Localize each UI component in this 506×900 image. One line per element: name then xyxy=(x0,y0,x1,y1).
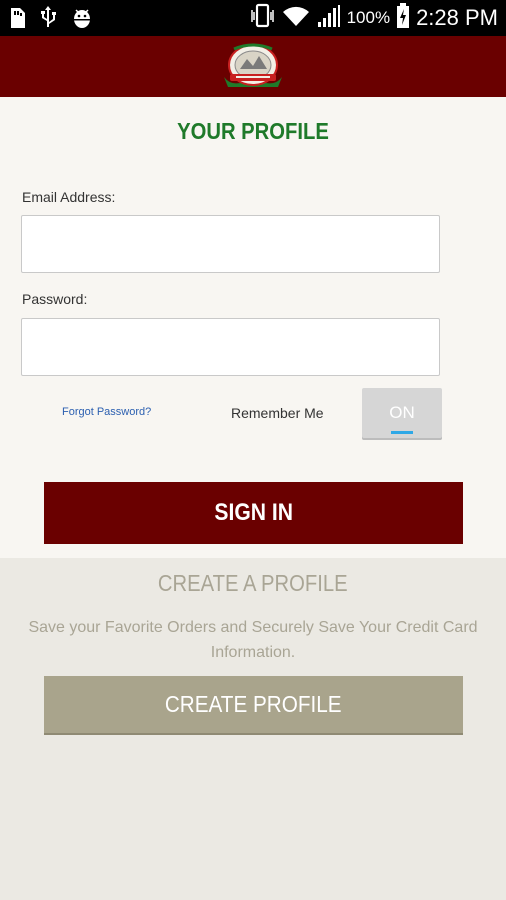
email-input[interactable] xyxy=(21,215,440,273)
status-bar: 100% 2:28 PM xyxy=(0,0,506,36)
email-label: Email Address: xyxy=(22,189,116,205)
app-header xyxy=(0,36,506,97)
remember-me-toggle[interactable]: ON xyxy=(362,388,442,440)
toggle-state-label: ON xyxy=(389,403,415,422)
sign-in-button[interactable]: SIGN IN xyxy=(44,482,463,544)
create-profile-description: Save your Favorite Orders and Securely S… xyxy=(28,619,478,661)
signal-icon xyxy=(317,4,341,32)
usb-icon xyxy=(40,6,56,34)
restaurant-logo-icon[interactable] xyxy=(220,41,286,91)
password-input[interactable] xyxy=(21,318,440,376)
android-debug-icon xyxy=(70,6,94,34)
forgot-password-link[interactable]: Forgot Password? xyxy=(62,406,151,418)
toggle-indicator xyxy=(391,431,413,434)
create-profile-heading: CREATE A PROFILE xyxy=(0,570,506,597)
sd-card-icon xyxy=(8,7,26,33)
create-profile-heading-text: CREATE A PROFILE xyxy=(158,570,348,596)
phone-vibrate-icon xyxy=(249,3,275,33)
status-notifications xyxy=(8,6,94,34)
status-system: 100% 2:28 PM xyxy=(249,3,498,33)
remember-me-label: Remember Me xyxy=(231,405,324,421)
wifi-icon xyxy=(281,4,311,32)
sign-in-button-label: SIGN IN xyxy=(214,499,293,526)
battery-percent: 100% xyxy=(346,8,391,27)
page-title: YOUR PROFILE xyxy=(177,118,329,144)
create-profile-button-label: CREATE PROFILE xyxy=(165,691,342,717)
battery-charging-icon xyxy=(396,3,410,33)
password-label: Password: xyxy=(22,291,88,307)
create-profile-button[interactable]: CREATE PROFILE xyxy=(44,676,463,733)
status-time: 2:28 PM xyxy=(416,5,498,30)
